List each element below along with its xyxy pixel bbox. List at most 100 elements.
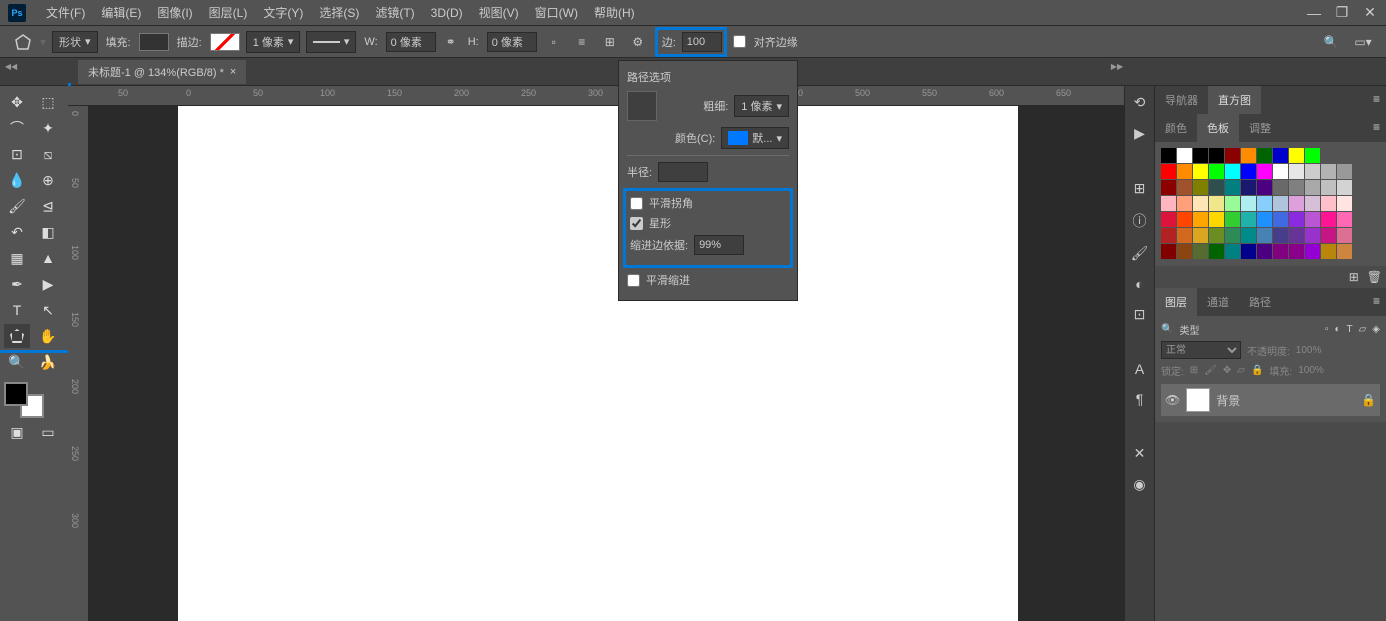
menu-view[interactable]: 视图(V) — [471, 4, 527, 21]
swatch-item[interactable] — [1209, 180, 1224, 195]
text-tool[interactable]: T — [4, 298, 30, 322]
filter-smart-icon[interactable]: ◈ — [1372, 324, 1380, 335]
minimize-button[interactable]: — — [1306, 5, 1322, 21]
swatch-item[interactable] — [1209, 212, 1224, 227]
swatch-item[interactable] — [1321, 180, 1336, 195]
swatch-item[interactable] — [1193, 148, 1208, 163]
swatch-item[interactable] — [1321, 212, 1336, 227]
fill-swatch[interactable] — [139, 33, 169, 51]
tab-channels[interactable]: 通道 — [1197, 288, 1239, 316]
info-icon[interactable]: ⓘ — [1133, 211, 1147, 231]
link-icon[interactable]: ⚭ — [442, 35, 460, 49]
smooth-indent-checkbox[interactable] — [627, 274, 640, 287]
collapse-right[interactable]: ▶▶ — [1110, 60, 1124, 72]
clone-source-icon[interactable]: ◉ — [1133, 476, 1145, 493]
filter-adjust-icon[interactable]: ◐ — [1334, 324, 1340, 335]
workspace-icon[interactable]: ▭▾ — [1352, 31, 1374, 53]
close-button[interactable]: ✕ — [1362, 5, 1378, 21]
swatch-item[interactable] — [1193, 180, 1208, 195]
lock-all-icon[interactable]: 🔒 — [1251, 365, 1263, 376]
tab-adjustments[interactable]: 调整 — [1239, 114, 1281, 142]
actions-icon[interactable]: ▶ — [1134, 125, 1145, 142]
swatch-item[interactable] — [1257, 212, 1272, 227]
swatch-item[interactable] — [1241, 228, 1256, 243]
swatch-item[interactable] — [1321, 196, 1336, 211]
gradient-tool[interactable]: ▦ — [4, 246, 30, 270]
eraser-tool[interactable]: ◧ — [35, 220, 61, 244]
swatch-item[interactable] — [1257, 180, 1272, 195]
lasso-tool[interactable]: ⌒ — [4, 116, 30, 140]
tab-color[interactable]: 颜色 — [1155, 114, 1197, 142]
swatch-item[interactable] — [1241, 164, 1256, 179]
lock-nest-icon[interactable]: ▱ — [1237, 365, 1245, 376]
swatch-item[interactable] — [1289, 244, 1304, 259]
wand-tool[interactable]: ✦ — [35, 116, 61, 140]
swatch-item[interactable] — [1177, 244, 1192, 259]
libraries-icon[interactable]: ⊞ — [1134, 180, 1146, 197]
swatch-item[interactable] — [1161, 228, 1176, 243]
tab-layers[interactable]: 图层 — [1155, 288, 1197, 316]
swatch-item[interactable] — [1273, 212, 1288, 227]
swatch-item[interactable] — [1209, 148, 1224, 163]
gear-icon[interactable]: ⚙ — [627, 31, 649, 53]
swatch-item[interactable] — [1177, 164, 1192, 179]
visibility-icon[interactable]: 👁 — [1165, 393, 1180, 407]
stroke-style-dropdown[interactable]: ▾ — [306, 31, 356, 53]
swatch-item[interactable] — [1161, 164, 1176, 179]
swatch-item[interactable] — [1177, 148, 1192, 163]
swatch-item[interactable] — [1305, 212, 1320, 227]
swatch-item[interactable] — [1209, 196, 1224, 211]
swatch-item[interactable] — [1273, 180, 1288, 195]
pen-tool[interactable]: ✒ — [4, 272, 30, 296]
menu-window[interactable]: 窗口(W) — [527, 4, 586, 21]
swatch-item[interactable] — [1225, 148, 1240, 163]
swatch-item[interactable] — [1257, 228, 1272, 243]
path-op-icon[interactable]: ▫ — [543, 31, 565, 53]
crop-tool[interactable]: ⊡ — [4, 142, 30, 166]
menu-3d[interactable]: 3D(D) — [423, 6, 471, 20]
swatch-item[interactable] — [1305, 196, 1320, 211]
swatch-item[interactable] — [1161, 244, 1176, 259]
blur-tool[interactable]: ▲ — [35, 246, 61, 270]
swatch-item[interactable] — [1289, 164, 1304, 179]
menu-file[interactable]: 文件(F) — [38, 4, 93, 21]
swatch-item[interactable] — [1273, 244, 1288, 259]
delete-swatch-icon[interactable]: 🗑 — [1367, 270, 1382, 284]
collapse-left[interactable]: ◀◀ — [4, 60, 18, 72]
swatch-item[interactable] — [1225, 196, 1240, 211]
swatch-item[interactable] — [1305, 244, 1320, 259]
swatch-item[interactable] — [1337, 164, 1352, 179]
swatch-item[interactable] — [1273, 148, 1288, 163]
canvas[interactable] — [178, 106, 1018, 621]
swatch-item[interactable] — [1225, 244, 1240, 259]
indent-input[interactable] — [694, 235, 744, 255]
adjustments-icon[interactable]: ◐ — [1135, 276, 1143, 292]
swatch-item[interactable] — [1305, 228, 1320, 243]
swatch-item[interactable] — [1257, 148, 1272, 163]
menu-select[interactable]: 选择(S) — [311, 4, 367, 21]
menu-help[interactable]: 帮助(H) — [586, 4, 643, 21]
swatch-item[interactable] — [1289, 196, 1304, 211]
swatch-item[interactable] — [1241, 196, 1256, 211]
maximize-button[interactable]: ❐ — [1334, 5, 1350, 21]
layer-row[interactable]: 👁 背景 🔒 — [1161, 384, 1380, 416]
swatch-item[interactable] — [1257, 244, 1272, 259]
path-color-dropdown[interactable]: 默...▾ — [721, 127, 789, 149]
filter-text-icon[interactable]: T — [1346, 324, 1352, 335]
swatch-item[interactable] — [1161, 212, 1176, 227]
stroke-swatch[interactable] — [210, 33, 240, 51]
swatch-item[interactable] — [1273, 164, 1288, 179]
swatch-item[interactable] — [1337, 180, 1352, 195]
swatch-item[interactable] — [1209, 164, 1224, 179]
swatch-item[interactable] — [1225, 180, 1240, 195]
history-icon[interactable]: ⟲ — [1134, 94, 1146, 111]
screenmode-tool[interactable]: ▭ — [35, 420, 61, 444]
eyedropper-tool[interactable]: 💧 — [4, 168, 30, 192]
stamp-tool[interactable]: ⊴ — [35, 194, 61, 218]
swatch-item[interactable] — [1241, 244, 1256, 259]
slice-tool[interactable]: ⧅ — [35, 142, 61, 166]
color-picker[interactable] — [4, 382, 44, 418]
sides-input[interactable] — [682, 32, 722, 52]
swatch-item[interactable] — [1225, 228, 1240, 243]
tab-swatches[interactable]: 色板 — [1197, 114, 1239, 142]
